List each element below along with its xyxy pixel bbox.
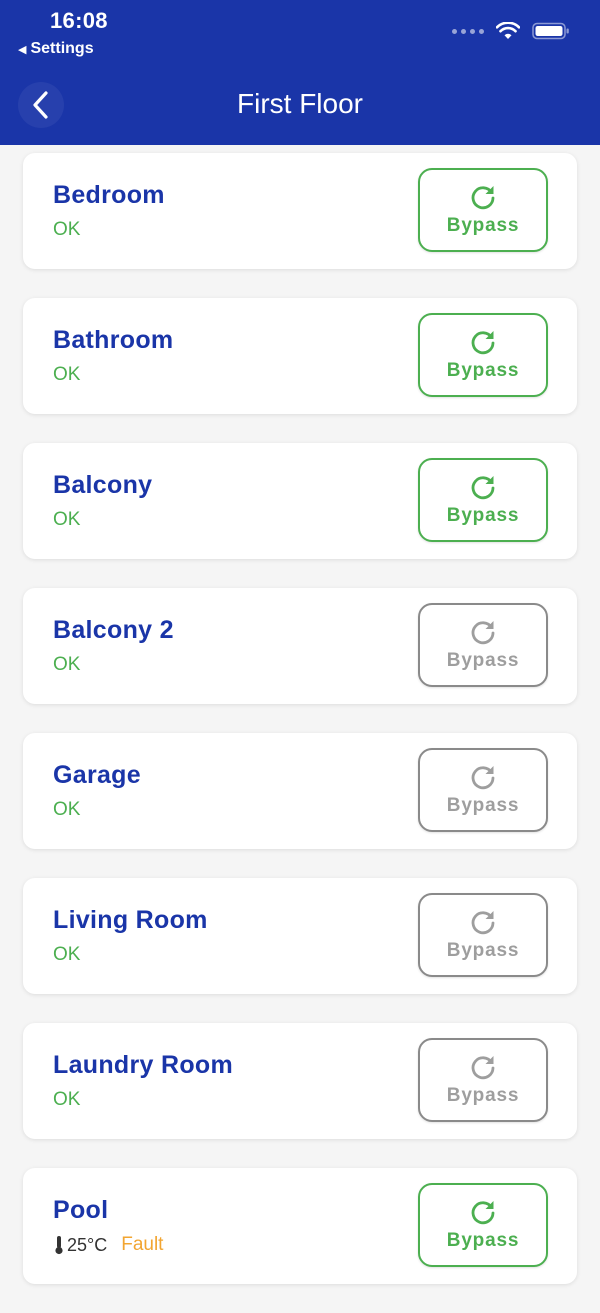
bypass-label: Bypass [446,1230,520,1251]
room-name: Bedroom [53,181,165,209]
status-back-link[interactable]: ◀ Settings [18,40,94,58]
room-status: OK [53,509,80,531]
page-title: First Floor [237,88,363,119]
room-name: Balcony 2 [53,616,174,644]
room-name: Balcony [53,471,153,499]
status-text: OK [53,509,81,530]
room-name: Laundry Room [53,1051,233,1079]
room-card-pool: Pool 25°C Fault Bypass [23,1168,577,1284]
status-text: OK [53,219,81,240]
status-text: OK [53,1089,81,1110]
refresh-icon [471,331,495,355]
back-triangle-icon: ◀ [18,43,27,56]
refresh-icon [471,911,495,935]
room-card-balcony-2: Balcony 2 OK Bypass [23,588,577,704]
refresh-icon [471,1201,495,1225]
room-list: Bedroom OK Bypass Bathroom OK Bypass Bal… [23,153,577,1313]
battery-icon [532,22,569,40]
bypass-button[interactable]: Bypass [418,1038,548,1122]
bypass-button[interactable]: Bypass [418,603,548,687]
bypass-button[interactable]: Bypass [418,168,548,252]
bypass-label: Bypass [446,360,520,381]
wifi-icon [496,22,520,39]
room-card-living-room: Living Room OK Bypass [23,878,577,994]
room-card-bathroom: Bathroom OK Bypass [23,298,577,414]
room-status: OK [53,799,80,821]
bypass-label: Bypass [446,940,520,961]
room-name: Garage [53,761,141,789]
room-status: OK [53,944,80,966]
room-status: OK [53,654,80,676]
refresh-icon [471,1056,495,1080]
room-status: OK [53,364,80,386]
room-card-garage: Garage OK Bypass [23,733,577,849]
status-text: OK [53,799,81,820]
refresh-icon [471,766,495,790]
bypass-button[interactable]: Bypass [418,458,548,542]
bypass-button[interactable]: Bypass [418,313,548,397]
thermometer-icon [55,1236,63,1255]
bypass-label: Bypass [446,505,520,526]
room-name: Bathroom [53,326,174,354]
status-text: OK [53,944,81,965]
room-status: 25°C Fault [53,1234,163,1256]
bypass-label: Bypass [446,215,520,236]
bypass-label: Bypass [446,795,520,816]
room-status: OK [53,219,80,241]
temperature-value: 25°C [67,1234,108,1255]
temperature-reading: 25°C [53,1235,107,1256]
bypass-label: Bypass [446,1085,520,1106]
room-card-laundry-room: Laundry Room OK Bypass [23,1023,577,1139]
status-indicators [452,22,570,40]
room-name: Pool [53,1196,109,1224]
status-time: 16:08 [50,8,108,33]
refresh-icon [471,476,495,500]
refresh-icon [471,186,495,210]
status-text: OK [53,654,81,675]
bypass-button[interactable]: Bypass [418,748,548,832]
room-card-bedroom: Bedroom OK Bypass [23,153,577,269]
room-status: OK [53,1089,80,1111]
status-text: OK [53,364,81,385]
status-back-label: Settings [30,40,94,57]
signal-dots-icon [452,28,484,34]
refresh-icon [471,621,495,645]
fault-status: Fault [121,1234,164,1255]
bypass-button[interactable]: Bypass [418,1183,548,1267]
bypass-label: Bypass [446,650,520,671]
app-header: 16:08 ◀ Settings First Floor [0,0,600,145]
room-card-balcony: Balcony OK Bypass [23,443,577,559]
bypass-button[interactable]: Bypass [418,893,548,977]
room-name: Living Room [53,906,208,934]
